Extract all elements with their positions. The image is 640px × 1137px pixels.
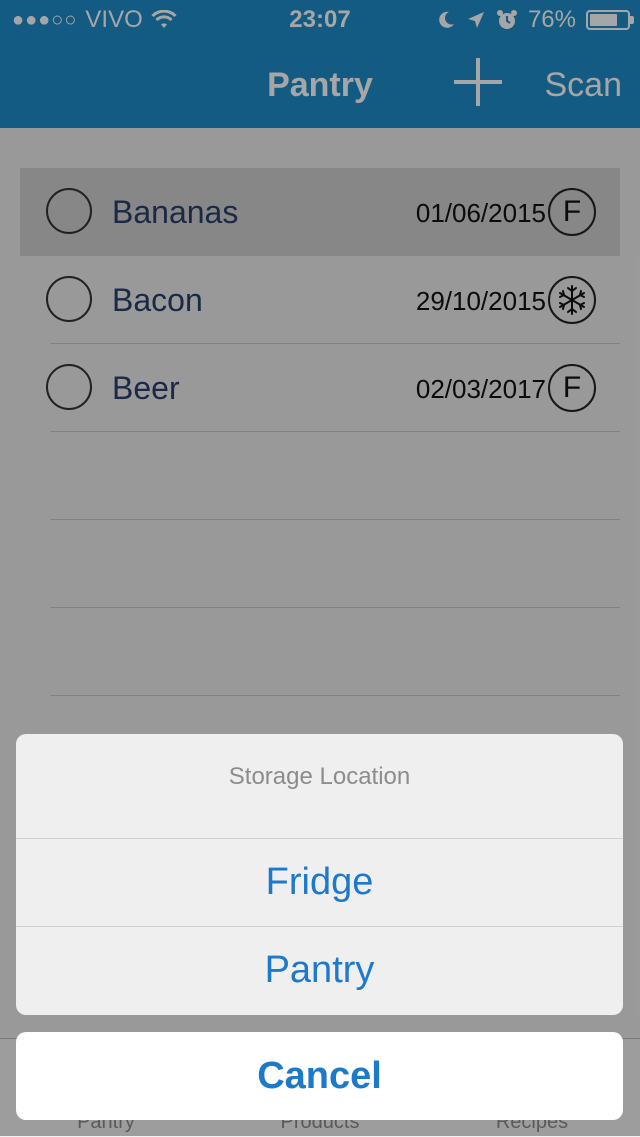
action-sheet: Storage Location Fridge Pantry (16, 734, 623, 1015)
app: ●●●○○ VIVO 23:07 76% Pantry Scan Bananas… (0, 0, 640, 1137)
cancel-button[interactable]: Cancel (16, 1032, 623, 1120)
pantry-option-button[interactable]: Pantry (16, 927, 623, 1014)
action-sheet-title: Storage Location (16, 734, 623, 839)
fridge-option-button[interactable]: Fridge (16, 839, 623, 927)
